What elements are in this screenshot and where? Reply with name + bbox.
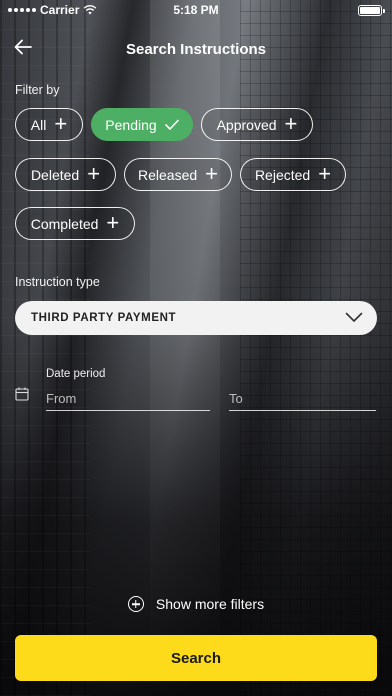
status-time: 5:18 PM bbox=[173, 3, 219, 17]
chip-approved[interactable]: Approved + bbox=[201, 108, 313, 141]
show-more-filters-button[interactable]: Show more filters bbox=[0, 596, 392, 612]
date-period-label: Date period bbox=[46, 368, 106, 380]
chip-deleted[interactable]: Deleted + bbox=[15, 158, 116, 191]
date-period-section: Date period bbox=[15, 365, 377, 415]
status-bar: Carrier 5:18 PM bbox=[0, 0, 392, 20]
instruction-type-dropdown[interactable]: THIRD PARTY PAYMENT bbox=[15, 301, 377, 335]
plus-icon: + bbox=[54, 110, 68, 136]
filter-by-label: Filter by bbox=[15, 83, 60, 97]
chip-label: Pending bbox=[105, 116, 157, 133]
plus-icon: + bbox=[87, 160, 101, 186]
navigation-bar: Search Instructions bbox=[0, 32, 392, 66]
checkmark-icon bbox=[164, 119, 179, 130]
chip-label: Completed bbox=[30, 215, 99, 232]
date-to-field[interactable] bbox=[229, 387, 376, 411]
date-from-field[interactable] bbox=[46, 387, 210, 411]
chip-completed[interactable]: Completed + bbox=[15, 207, 135, 240]
chip-label: Approved bbox=[216, 116, 277, 133]
chip-label: Deleted bbox=[30, 166, 80, 183]
chip-label: Rejected bbox=[254, 166, 311, 183]
plus-icon: + bbox=[318, 160, 332, 186]
show-more-filters-label: Show more filters bbox=[155, 596, 265, 612]
chip-released[interactable]: Released + bbox=[124, 158, 232, 191]
chip-pending[interactable]: Pending bbox=[91, 108, 193, 141]
chip-label: Released bbox=[137, 166, 198, 183]
chip-all[interactable]: All + bbox=[15, 108, 83, 141]
chip-label: All bbox=[30, 116, 47, 133]
plus-circle-icon bbox=[127, 596, 144, 612]
battery-icon bbox=[358, 5, 385, 16]
plus-icon: + bbox=[284, 110, 298, 136]
search-button[interactable]: Search bbox=[15, 635, 377, 681]
chip-rejected[interactable]: Rejected + bbox=[240, 158, 346, 191]
instruction-type-label: Instruction type bbox=[15, 275, 100, 289]
chevron-down-icon bbox=[345, 312, 363, 322]
plus-icon: + bbox=[106, 209, 120, 235]
plus-icon: + bbox=[205, 160, 218, 186]
instruction-type-value: THIRD PARTY PAYMENT bbox=[31, 312, 177, 324]
calendar-icon bbox=[15, 387, 29, 401]
page-title: Search Instructions bbox=[125, 41, 267, 58]
